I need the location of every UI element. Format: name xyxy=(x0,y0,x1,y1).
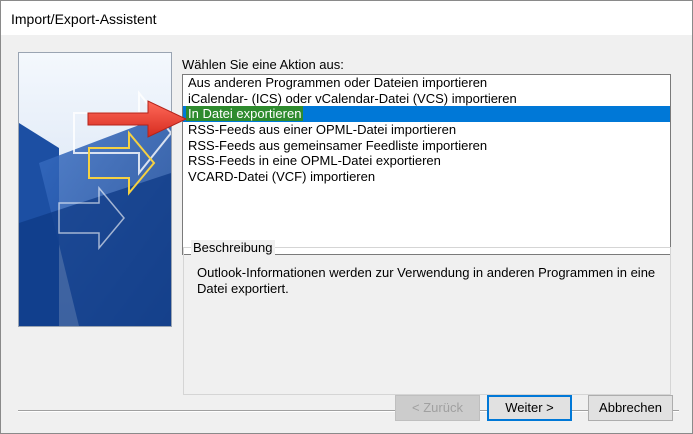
next-button[interactable]: Weiter > xyxy=(487,395,572,421)
annotation-arrow-icon xyxy=(87,100,188,138)
list-item-selected[interactable]: In Datei exportieren xyxy=(183,106,670,123)
back-button[interactable]: < Zurück xyxy=(395,395,480,421)
list-item[interactable]: RSS-Feeds in eine OPML-Datei exportieren xyxy=(183,153,670,169)
list-item[interactable]: VCARD-Datei (VCF) importieren xyxy=(183,169,670,185)
wizard-illustration xyxy=(18,52,172,327)
import-export-wizard-window: Import/Export-Assistent Wählen Sie eine … xyxy=(0,0,693,434)
action-prompt-label: Wählen Sie eine Aktion aus: xyxy=(182,57,344,72)
description-heading: Beschreibung xyxy=(191,240,275,255)
cancel-button[interactable]: Abbrechen xyxy=(588,395,673,421)
dialog-body: Wählen Sie eine Aktion aus: Aus anderen … xyxy=(1,35,692,433)
description-text: Outlook-Informationen werden zur Verwend… xyxy=(197,265,656,296)
footer-separator xyxy=(18,410,679,412)
list-item[interactable]: iCalendar- (ICS) oder vCalendar-Datei (V… xyxy=(183,91,670,107)
wizard-illustration-graphic xyxy=(19,53,171,326)
list-item[interactable]: RSS-Feeds aus gemeinsamer Feedliste impo… xyxy=(183,138,670,154)
title-bar: Import/Export-Assistent xyxy=(1,1,692,35)
list-item[interactable]: Aus anderen Programmen oder Dateien impo… xyxy=(183,75,670,91)
action-listbox[interactable]: Aus anderen Programmen oder Dateien impo… xyxy=(182,74,671,255)
list-item[interactable]: RSS-Feeds aus einer OPML-Datei importier… xyxy=(183,122,670,138)
window-title: Import/Export-Assistent xyxy=(11,11,157,27)
